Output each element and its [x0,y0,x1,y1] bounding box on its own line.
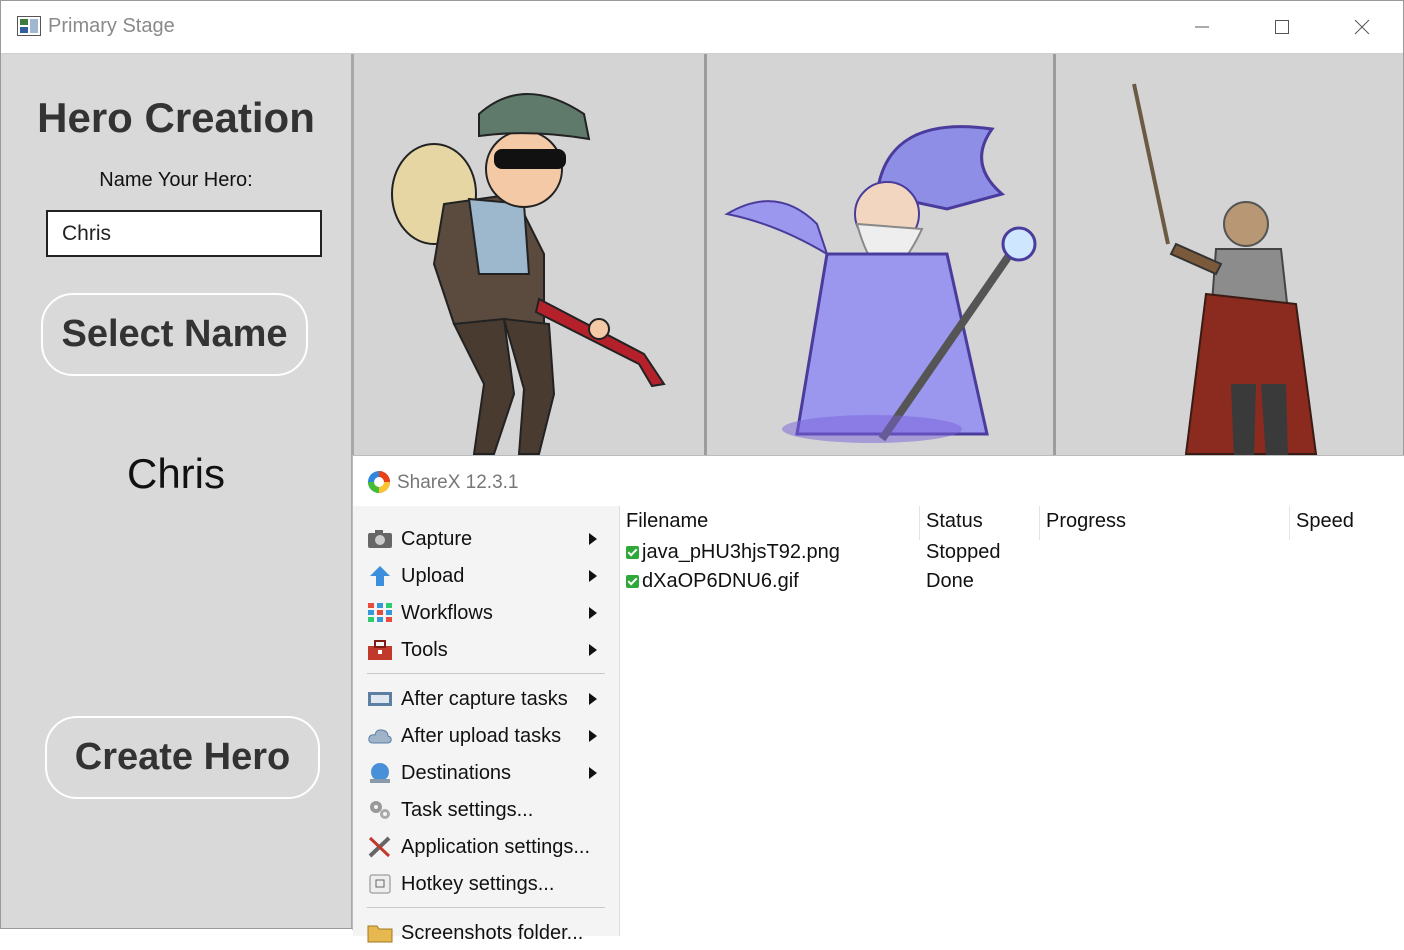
maximize-button[interactable] [1266,11,1298,43]
task-status: Done [926,570,974,592]
wrench-icon [368,836,391,858]
column-divider[interactable] [1289,506,1290,540]
submenu-arrow-icon [589,767,597,779]
menu-label: After capture tasks [401,688,568,710]
submenu-arrow-icon [589,644,597,656]
app-icon [17,16,41,36]
submenu-arrow-icon [589,533,597,545]
menu-item-capture[interactable]: Capture [365,522,605,556]
maximize-icon [1275,20,1289,34]
minimize-button[interactable] [1186,11,1218,43]
thief-character-image [391,93,666,455]
column-header-filename[interactable]: Filename [626,510,708,533]
column-header-progress[interactable]: Progress [1046,510,1126,533]
menu-label: After upload tasks [401,725,562,747]
workflow-grid-icon [368,603,392,622]
wizard-character-card[interactable] [704,54,1053,474]
close-button[interactable] [1346,11,1378,43]
wizard-character-image [724,125,1037,443]
submenu-arrow-icon [589,730,597,742]
menu-separator [367,907,605,908]
sharex-window: ShareX 12.3.1 Capture Upload Workflows T… [352,455,1404,944]
submenu-arrow-icon [589,607,597,619]
folder-icon [367,925,393,943]
select-name-button[interactable]: Select Name [41,293,308,376]
menu-label: Upload [401,565,465,587]
menu-separator [367,673,605,674]
sharex-title: ShareX 12.3.1 [397,472,519,493]
column-header-status[interactable]: Status [926,510,983,533]
menu-label: Screenshots folder... [401,922,584,944]
menu-label: Destinations [401,762,512,784]
menu-label: Capture [401,528,473,550]
menu-item-upload[interactable]: Upload [365,559,605,593]
menu-label: Task settings... [401,799,534,821]
submenu-arrow-icon [589,693,597,705]
menu-item-application-settings[interactable]: Application settings... [365,830,605,864]
create-hero-button[interactable]: Create Hero [45,716,320,799]
thief-character-card[interactable] [354,54,702,474]
task-row[interactable]: dXaOP6DNU6.gif Done [626,570,1396,598]
minimize-icon [1195,26,1209,28]
task-status: Stopped [926,541,1001,563]
task-row[interactable]: java_pHU3hjsT92.png Stopped [626,541,1396,569]
menu-item-after-upload-tasks[interactable]: After upload tasks [365,719,605,753]
after-capture-icon [368,692,392,706]
success-check-icon [626,546,639,559]
toolbox-icon [368,640,392,660]
hero-creation-panel: Hero Creation Name Your Hero: Select Nam… [1,54,354,928]
globe-icon [370,763,390,783]
title-bar[interactable]: Primary Stage [1,1,1403,54]
menu-item-task-settings[interactable]: Task settings... [365,793,605,827]
window-title: Primary Stage [48,15,175,37]
menu-item-tools[interactable]: Tools [365,633,605,667]
character-gallery [354,54,1403,474]
menu-label: Tools [401,639,448,661]
submenu-arrow-icon [589,570,597,582]
menu-label: Application settings... [401,836,590,858]
task-filename: dXaOP6DNU6.gif [642,570,799,592]
menu-item-after-capture-tasks[interactable]: After capture tasks [365,682,605,716]
name-label: Name Your Hero: [99,169,253,191]
camera-icon [368,530,392,548]
close-icon [1354,19,1370,35]
column-divider[interactable] [1039,506,1040,540]
keyboard-key-icon [369,874,391,894]
menu-item-destinations[interactable]: Destinations [365,756,605,790]
success-check-icon [626,575,639,588]
column-header-speed[interactable]: Speed [1296,510,1354,533]
task-list: Filename Status Progress Speed java_pHU3… [620,506,1404,930]
upload-arrow-icon [370,566,390,586]
hero-creation-heading: Hero Creation [37,94,315,141]
cloud-upload-icon [368,729,392,744]
menu-label: Hotkey settings... [401,873,555,895]
sharex-main-menu: Capture Upload Workflows Tools After cap… [353,506,620,944]
menu-item-screenshots-folder[interactable]: Screenshots folder... [365,916,605,950]
knight-character-card[interactable] [1053,54,1403,474]
hero-name-input[interactable] [46,210,322,257]
menu-item-workflows[interactable]: Workflows [365,596,605,630]
menu-label: Workflows [401,602,493,624]
task-filename: java_pHU3hjsT92.png [642,541,840,563]
gears-icon [370,801,390,819]
sharex-logo-icon [368,471,390,493]
knight-character-image [1132,83,1332,474]
menu-item-hotkey-settings[interactable]: Hotkey settings... [365,867,605,901]
column-divider[interactable] [919,506,920,540]
selected-name-display: Chris [126,450,225,497]
